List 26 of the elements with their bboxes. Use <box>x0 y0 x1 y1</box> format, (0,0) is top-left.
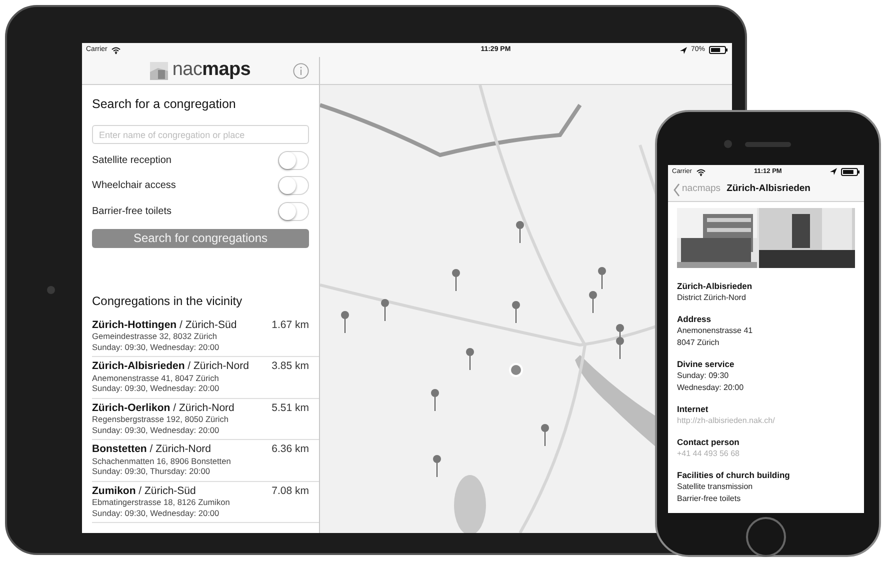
app-logo-text: nacmaps <box>172 58 251 82</box>
filter-label: Barrier-free toilets <box>92 204 172 218</box>
toggle-switch[interactable] <box>278 176 309 195</box>
speaker-slot <box>745 142 791 147</box>
battery-icon <box>840 168 860 176</box>
location-arrow-icon <box>680 46 687 54</box>
home-button[interactable] <box>746 517 786 557</box>
congregation-item[interactable]: Zürich-Oerlikon / Zürich-Nord Regensbergstrasse 192, 8050 Zürich Sunday: 09:30, Wednesday: 20:00 5.51 km <box>92 398 319 440</box>
search-field[interactable]: Enter name of congregation or place <box>92 125 309 144</box>
camera-dot <box>47 286 55 294</box>
congregation-item[interactable]: Zürich-Hottingen / Zürich-Süd Gemeindestrasse 32, 8032 Zürich Sunday: 09:30, Wednesday: 20:00 1.67 km <box>92 316 319 358</box>
toggle-switch[interactable] <box>278 150 309 170</box>
congregation-item[interactable]: Bonstetten / Zürich-Nord Schachenmatten 16, 8906 Bonstetten Sunday: 09:30, Thursday: 20:00 6.36 km <box>92 440 319 482</box>
location-arrow-icon <box>830 168 837 175</box>
screen-title: Zürich-Albisrieden <box>726 182 810 196</box>
congregation-item[interactable]: Zumikon / Zürich-Süd Ebmatingerstrasse 18, 8126 Zumikon Sunday: 09:30, Wednesday: 20:00 7.08 km <box>92 482 319 524</box>
toggle-switch[interactable] <box>278 202 309 220</box>
map-logo-icon <box>150 62 168 80</box>
section-heading: Congregations in the vicinity <box>92 292 244 310</box>
wifi-icon <box>111 46 122 54</box>
info-icon[interactable] <box>293 63 309 79</box>
section-heading: Search for a congregation <box>92 96 237 113</box>
filter-label: Satellite reception <box>92 154 172 168</box>
filter-label: Wheelchair access <box>92 179 176 193</box>
congregation-item[interactable]: Zürich-Albisrieden / Zürich-Nord Anemonenstrasse 41, 8047 Zürich Sunday: 09:30, Wednesday: 20:00 3.85 km <box>92 357 319 399</box>
battery-icon <box>709 46 728 54</box>
